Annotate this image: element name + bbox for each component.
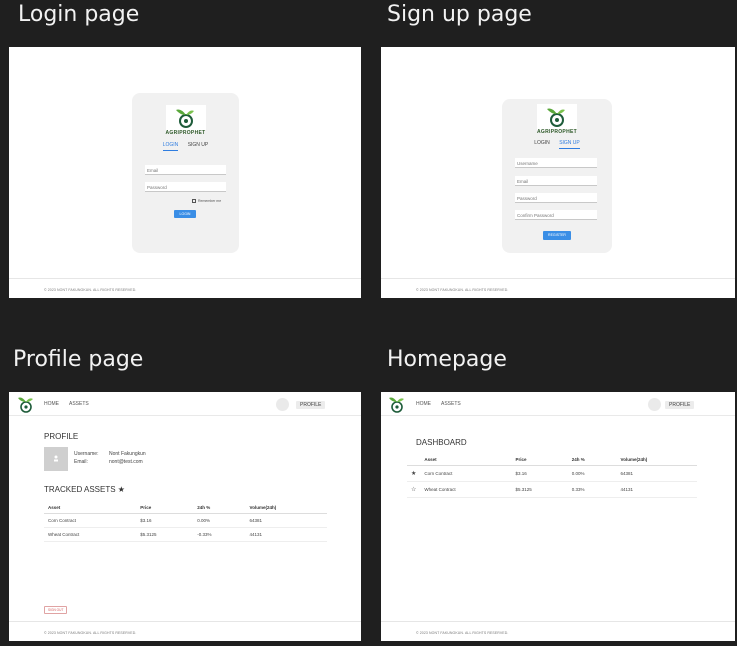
username-label: Username: (74, 451, 99, 457)
col-star (407, 454, 421, 466)
tracked-assets-table: Asset Price 24h % Volume(24h) Corn Contr… (44, 502, 327, 542)
col-volume: Volume(24h) (616, 454, 697, 466)
asset-cell: Wheat Contract (420, 481, 512, 498)
profile-button[interactable]: PROFILE (296, 401, 326, 409)
nav-logo-icon[interactable] (386, 394, 408, 419)
sign-out-button[interactable]: SIGN OUT (44, 606, 68, 614)
footer: © 2023 NONT FAKUNGKUN. ALL RIGHTS RESERV… (9, 621, 361, 641)
col-change: 24h % (193, 502, 246, 514)
footer: © 2023 NONT FAKUNGKUN. ALL RIGHTS RESERV… (381, 278, 735, 298)
footer: © 2023 NONT FAKUNGKUN. ALL RIGHTS RESERV… (9, 278, 361, 298)
login-frame: AGRIPROPHET LOGIN SIGN UP Email Password… (9, 47, 361, 298)
password-field[interactable]: Password (145, 182, 226, 192)
table-row[interactable]: Wheat Contract $5.3125 -0.33% 44131 (44, 527, 327, 542)
auth-tabs: LOGIN SIGN UP (502, 140, 612, 149)
asset-cell: Wheat Contract (44, 527, 137, 542)
remember-label: Remember me (198, 199, 222, 203)
table-row[interactable]: Corn Contract $3.16 0.00% 64381 (44, 513, 327, 528)
username-value: Nont Fakungkun (109, 451, 146, 457)
nav-home[interactable]: HOME (416, 401, 431, 407)
change-cell: 0.33% (567, 481, 617, 498)
nav-logo-icon[interactable] (15, 394, 37, 419)
nav-assets[interactable]: ASSETS (441, 401, 461, 407)
volume-cell: 64381 (245, 513, 327, 528)
tracked-assets-heading: TRACKED ASSETS ★ (44, 485, 125, 494)
nav-assets[interactable]: ASSETS (69, 401, 89, 407)
col-asset: Asset (44, 502, 137, 514)
brand-name: AGRIPROPHET (165, 130, 206, 136)
profile-avatar (44, 447, 68, 471)
email-label: Email: (74, 459, 88, 465)
top-nav: HOME ASSETS PROFILE (9, 392, 361, 416)
col-price: Price (136, 502, 194, 514)
change-cell: 0.00% (567, 465, 617, 482)
user-avatar[interactable] (276, 398, 289, 411)
confirm-password-field[interactable]: Confirm Password (515, 210, 597, 220)
profile-button[interactable]: PROFILE (665, 401, 695, 409)
tab-signup[interactable]: SIGN UP (559, 140, 580, 149)
col-change: 24h % (567, 454, 617, 466)
email-field[interactable]: Email (515, 176, 597, 186)
email-field[interactable]: Email (145, 165, 226, 175)
profile-page-title: Profile page (13, 347, 144, 372)
login-button[interactable]: LOGIN (174, 210, 196, 218)
volume-cell: 64381 (616, 465, 697, 482)
volume-cell: 44131 (245, 527, 327, 542)
asset-cell: Corn Contract (420, 465, 512, 482)
price-cell: $3.16 (136, 513, 194, 528)
register-button[interactable]: REGISTER (543, 231, 571, 240)
remember-me[interactable]: Remember me (192, 199, 221, 203)
user-avatar[interactable] (648, 398, 661, 411)
col-volume: Volume(24h) (245, 502, 327, 514)
change-cell: -0.33% (193, 527, 246, 542)
home-frame: HOME ASSETS PROFILE DASHBOARD Asset Pric… (381, 392, 735, 641)
email-value: nont@test.com (109, 459, 143, 465)
dashboard-heading: DASHBOARD (416, 438, 467, 447)
remember-checkbox[interactable] (192, 199, 196, 203)
brand-logo (537, 104, 577, 130)
profile-heading: PROFILE (44, 432, 79, 441)
tab-signup[interactable]: SIGN UP (188, 142, 209, 150)
price-cell: $5.3125 (136, 527, 194, 542)
volume-cell: 44131 (616, 481, 697, 498)
brand-name: AGRIPROPHET (537, 129, 577, 135)
login-page-title: Login page (18, 2, 140, 27)
signup-frame: AGRIPROPHET LOGIN SIGN UP Username Email… (381, 47, 735, 298)
table-row[interactable]: ★ Corn Contract $3.16 0.00% 64381 (407, 465, 697, 482)
price-cell: $5.3125 (511, 481, 568, 498)
col-price: Price (511, 454, 568, 466)
signup-card: AGRIPROPHET LOGIN SIGN UP Username Email… (502, 99, 612, 253)
top-nav: HOME ASSETS PROFILE (381, 392, 735, 416)
change-cell: 0.00% (193, 513, 246, 528)
login-card: AGRIPROPHET LOGIN SIGN UP Email Password… (132, 93, 239, 253)
password-field[interactable]: Password (515, 193, 597, 203)
footer: © 2023 NONT FAKUNGKUN. ALL RIGHTS RESERV… (381, 621, 735, 641)
homepage-title: Homepage (387, 347, 507, 372)
dashboard-table: Asset Price 24h % Volume(24h) ★ Corn Con… (407, 454, 697, 498)
username-field[interactable]: Username (515, 158, 597, 168)
table-row[interactable]: ☆ Wheat Contract $5.3125 0.33% 44131 (407, 481, 697, 498)
col-asset: Asset (420, 454, 512, 466)
auth-tabs: LOGIN SIGN UP (132, 142, 239, 151)
user-icon (54, 455, 58, 462)
signup-page-title: Sign up page (387, 2, 532, 27)
asset-cell: Corn Contract (44, 513, 137, 528)
price-cell: $3.16 (511, 465, 568, 482)
star-outline-icon[interactable]: ☆ (407, 481, 421, 498)
brand-logo (165, 105, 206, 131)
star-filled-icon[interactable]: ★ (407, 465, 421, 482)
profile-frame: HOME ASSETS PROFILE PROFILE Username: No… (9, 392, 361, 641)
nav-home[interactable]: HOME (44, 401, 59, 407)
tab-login[interactable]: LOGIN (162, 142, 179, 151)
tab-login[interactable]: LOGIN (534, 140, 550, 148)
